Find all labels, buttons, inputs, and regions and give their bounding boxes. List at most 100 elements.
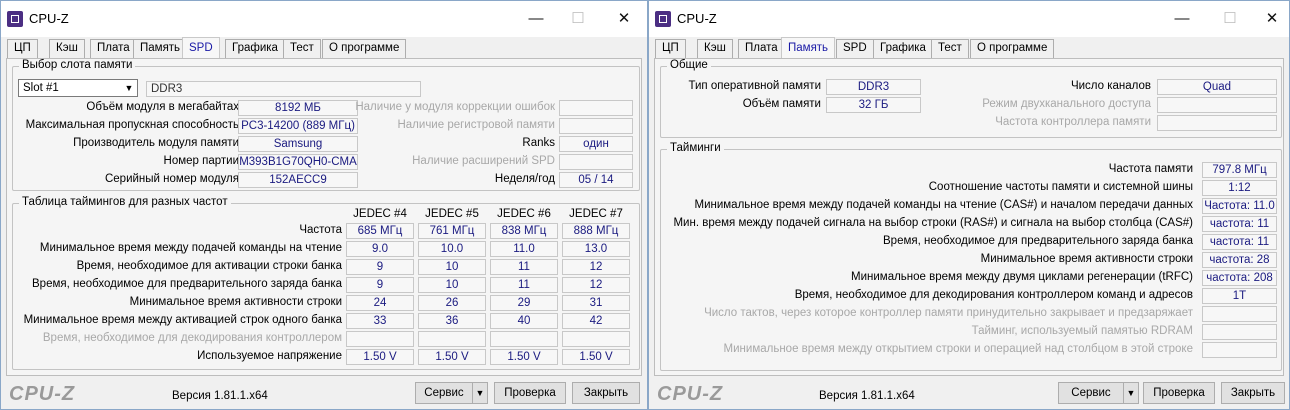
close-button[interactable]: Закрыть: [1221, 382, 1285, 404]
dual-channel-label: Режим двухканального доступа: [982, 98, 1151, 110]
cpuz-app-icon: [7, 11, 23, 27]
tab-spd[interactable]: SPD: [182, 37, 220, 59]
title-bar: CPU-Z — ☐ ✕: [649, 1, 1289, 37]
memory-type-field: DDR3: [146, 81, 421, 97]
minimize-icon[interactable]: —: [1167, 7, 1197, 31]
group-title: Таблица таймингов для разных частот: [19, 196, 231, 208]
footer: CPU-Z Версия 1.81.1.x64 Сервис ▼ Проверк…: [649, 379, 1289, 409]
timing-label: Соотношение частоты памяти и системной ш…: [928, 181, 1193, 193]
validate-button[interactable]: Проверка: [1143, 382, 1215, 404]
timing-cell: 29: [490, 295, 558, 311]
tab-about[interactable]: О программе: [970, 39, 1055, 58]
close-icon[interactable]: ✕: [1257, 7, 1287, 31]
dual-channel-value: [1157, 97, 1277, 113]
ecc-value: [559, 100, 633, 116]
ecc-label: Наличие у модуля коррекции ошибок: [355, 101, 555, 113]
timing-label: Мин. время между подачей сигнала на выбо…: [673, 217, 1193, 229]
tab-cpu[interactable]: ЦП: [7, 39, 38, 58]
slot-selection-group: Выбор слота памяти Slot #1 ▼ DDR3 Объём …: [12, 59, 640, 191]
timing-cell: 31: [562, 295, 630, 311]
tab-mainboard[interactable]: Плата: [738, 39, 785, 58]
timing-value: частота: 11: [1202, 216, 1277, 232]
maximize-icon: ☐: [1223, 10, 1237, 27]
memory-type-label: Тип оперативной памяти: [688, 80, 821, 92]
tab-graphics[interactable]: Графика: [873, 39, 933, 58]
close-icon[interactable]: ✕: [609, 7, 639, 31]
window-title: CPU-Z: [29, 11, 69, 26]
ranks-label: Ranks: [522, 137, 555, 149]
timing-cell: 36: [418, 313, 486, 329]
week-year-value: 05 / 14: [559, 172, 633, 188]
timing-value: 1T: [1202, 288, 1277, 304]
timing-cell: 26: [418, 295, 486, 311]
manufacturer-label: Производитель модуля памяти: [73, 137, 239, 149]
timing-cell: 42: [562, 313, 630, 329]
timing-row-label: Частота: [299, 224, 342, 236]
tab-cpu[interactable]: ЦП: [655, 39, 686, 58]
footer: CPU-Z Версия 1.81.1.x64 Сервис ▼ Проверк…: [1, 379, 647, 409]
timing-cell: 1.50 V: [346, 349, 414, 365]
timing-cell: 11: [490, 277, 558, 293]
minimize-icon[interactable]: —: [521, 7, 551, 31]
timing-cell: 11: [490, 259, 558, 275]
tab-cache[interactable]: Кэш: [697, 39, 733, 58]
slot-dropdown[interactable]: Slot #1 ▼: [18, 79, 138, 97]
timing-cell: 761 МГц: [418, 223, 486, 239]
channels-label: Число каналов: [1070, 80, 1151, 92]
timing-cell: 24: [346, 295, 414, 311]
timing-cell: [490, 331, 558, 347]
tools-dropdown-icon[interactable]: ▼: [472, 382, 488, 404]
cpuz-app-icon: [655, 11, 671, 27]
timing-value: частота: 28: [1202, 252, 1277, 268]
timing-cell: 1.50 V: [562, 349, 630, 365]
close-button[interactable]: Закрыть: [572, 382, 640, 404]
timing-cell: 685 МГц: [346, 223, 414, 239]
tab-memory[interactable]: Память: [133, 39, 188, 58]
timing-label: Минимальное время активности строки: [980, 253, 1193, 265]
tab-memory[interactable]: Память: [781, 37, 836, 59]
timing-label: Время, необходимое для предварительного …: [883, 235, 1193, 247]
tab-bench[interactable]: Тест: [931, 39, 969, 58]
group-title: Тайминги: [667, 142, 724, 154]
tools-button[interactable]: Сервис: [415, 382, 473, 404]
timing-cell: 11.0: [490, 241, 558, 257]
timing-value: Частота: 11.0: [1202, 198, 1277, 214]
validate-button[interactable]: Проверка: [494, 382, 566, 404]
tab-cache[interactable]: Кэш: [49, 39, 85, 58]
spd-ext-label: Наличие расширений SPD: [412, 155, 555, 167]
tools-button[interactable]: Сервис: [1058, 382, 1124, 404]
timing-row-label: Используемое напряжение: [197, 350, 342, 362]
timing-cell: [346, 331, 414, 347]
timing-label: Минимальное время между подачей команды …: [694, 199, 1194, 211]
memory-type-value: DDR3: [826, 79, 921, 95]
timing-cell: 10.0: [418, 241, 486, 257]
spd-ext-value: [559, 154, 633, 170]
nb-frequency-label: Частота контроллера памяти: [995, 116, 1151, 128]
tab-bench[interactable]: Тест: [283, 39, 321, 58]
chevron-down-icon: ▼: [124, 83, 134, 93]
tab-spd[interactable]: SPD: [836, 39, 874, 58]
column-jedec4: JEDEC #4: [353, 208, 407, 220]
tab-mainboard[interactable]: Плата: [90, 39, 137, 58]
tab-about[interactable]: О программе: [322, 39, 407, 58]
ranks-value: один: [559, 136, 633, 152]
maximize-icon: ☐: [571, 10, 585, 27]
tools-dropdown-icon[interactable]: ▼: [1123, 382, 1139, 404]
cpuz-logo: CPU-Z: [657, 383, 724, 405]
tab-graphics[interactable]: Графика: [225, 39, 285, 58]
module-size-value: 8192 МБ: [238, 100, 358, 116]
timing-cell: 838 МГц: [490, 223, 558, 239]
window-title: CPU-Z: [677, 11, 717, 26]
timing-label: Время, необходимое для декодирования кон…: [794, 289, 1193, 301]
timing-cell: 888 МГц: [562, 223, 630, 239]
timing-cell: 1.50 V: [490, 349, 558, 365]
version-label: Версия 1.81.1.x64: [172, 390, 268, 402]
timing-cell: [418, 331, 486, 347]
timing-cell: 13.0: [562, 241, 630, 257]
max-bandwidth-value: PC3-14200 (889 МГц): [238, 118, 358, 134]
nb-frequency-value: [1157, 115, 1277, 131]
timing-cell: [562, 331, 630, 347]
memory-size-value: 32 ГБ: [826, 97, 921, 113]
cpuz-window-spd: CPU-Z — ☐ ✕ ЦП Кэш Плата Память SPD Граф…: [0, 0, 648, 410]
timing-value: [1202, 342, 1277, 358]
